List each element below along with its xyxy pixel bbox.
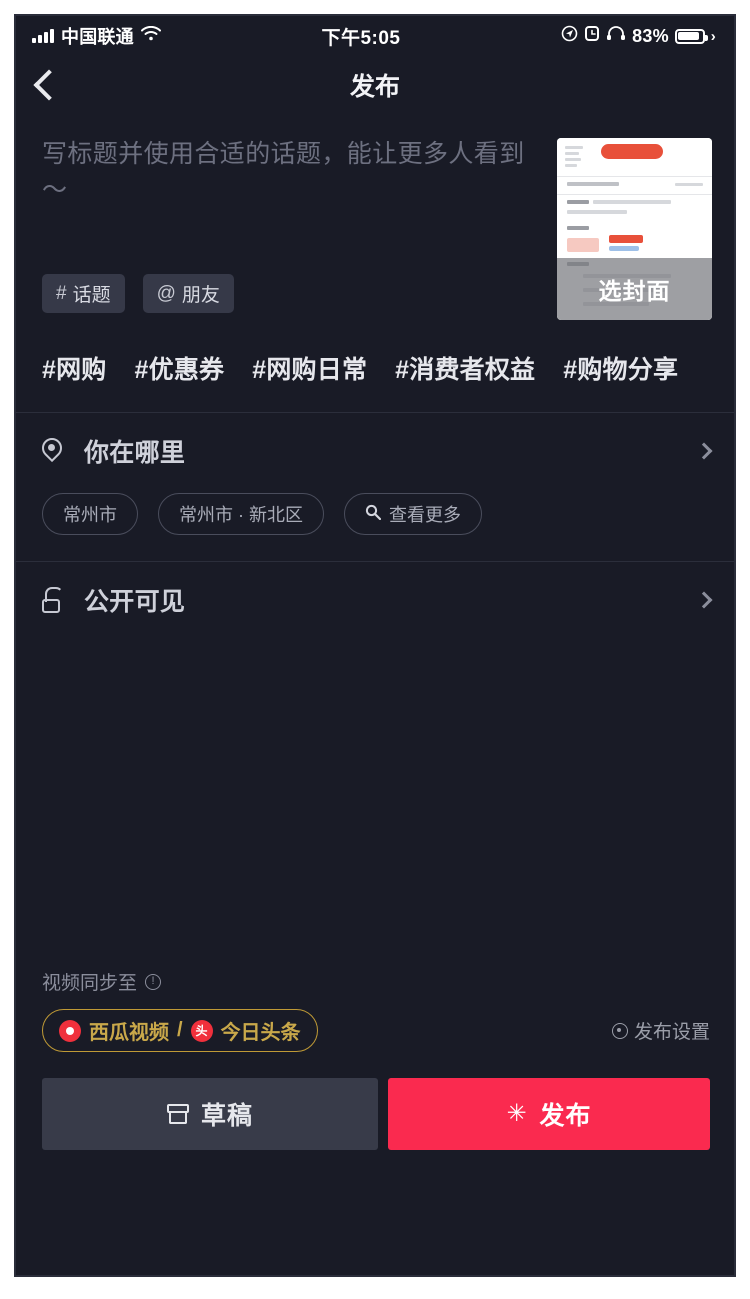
location-pill-row: 常州市 常州市 · 新北区 查看更多 xyxy=(16,489,734,561)
hashtag-item[interactable]: #购物分享 xyxy=(563,350,678,386)
archive-box-icon xyxy=(166,1104,189,1124)
composer-left: 写标题并使用合适的话题，能让更多人看到～ # 话题 @ 朋友 xyxy=(42,136,543,320)
publish-label: 发布 xyxy=(539,1102,592,1130)
publish-settings-label: 发布设置 xyxy=(633,1022,710,1043)
sync-label-text: 视频同步至 xyxy=(42,973,138,994)
toutiao-label: 今日头条 xyxy=(220,1022,301,1044)
search-icon xyxy=(365,504,382,525)
friend-chip-button[interactable]: @ 朋友 xyxy=(142,274,234,313)
hashtag-item[interactable]: #网购日常 xyxy=(252,350,367,386)
privacy-row-label: 公开可见 xyxy=(84,588,186,616)
empty-spacer xyxy=(16,638,734,968)
sync-separator: / xyxy=(177,1019,183,1041)
info-circle-icon[interactable]: ! xyxy=(145,973,162,990)
battery-caret-icon: › xyxy=(710,27,716,45)
carrier-label: 中国联通 xyxy=(61,27,134,47)
map-pin-icon xyxy=(42,438,76,464)
video-thumbnail[interactable]: 选封面 xyxy=(557,138,712,320)
sync-line: 西瓜视频 / 头 今日头条 发布设置 xyxy=(42,1009,710,1052)
hashtag-item[interactable]: #网购 xyxy=(42,350,107,386)
hashtag-item[interactable]: #消费者权益 xyxy=(395,350,535,386)
headphones-icon xyxy=(606,25,626,47)
location-pill-label: 常州市 xyxy=(63,505,117,525)
page-title: 发布 xyxy=(349,73,400,101)
location-row[interactable]: 你在哪里 xyxy=(16,413,734,489)
status-bar-right: 83% › xyxy=(561,25,716,48)
location-pill-label: 常州市 · 新北区 xyxy=(179,505,303,525)
xigua-video-icon xyxy=(59,1019,81,1042)
gear-icon xyxy=(611,1022,628,1039)
friend-chip-label: 朋友 xyxy=(181,285,220,306)
phone-screen: 中国联通 下午5:05 83% › 发布 写标题并使用合适的话题，能让更多人看到… xyxy=(14,14,736,1277)
chevron-right-icon xyxy=(695,442,713,460)
battery-percent-label: 83% xyxy=(632,25,669,46)
composer-chip-row: # 话题 @ 朋友 xyxy=(42,274,543,313)
hashtag-item[interactable]: #优惠券 xyxy=(135,350,225,386)
alarm-clock-icon xyxy=(584,25,600,48)
hash-icon: # xyxy=(56,282,67,304)
unlock-icon xyxy=(42,587,76,613)
signal-bars-icon xyxy=(32,29,54,43)
view-more-locations-pill[interactable]: 查看更多 xyxy=(344,493,482,535)
back-chevron-icon[interactable] xyxy=(33,69,65,101)
xigua-label: 西瓜视频 xyxy=(89,1022,169,1044)
view-more-label: 查看更多 xyxy=(389,505,461,525)
publish-button[interactable]: ✳ 发布 xyxy=(388,1078,710,1150)
location-pill[interactable]: 常州市 xyxy=(42,493,138,535)
status-bar-left: 中国联通 xyxy=(32,23,161,49)
sync-section-label: 视频同步至 ! xyxy=(42,968,710,995)
sparkle-icon: ✳ xyxy=(506,1100,528,1127)
topic-chip-button[interactable]: # 话题 xyxy=(42,274,125,313)
composer-section: 写标题并使用合适的话题，能让更多人看到～ # 话题 @ 朋友 选封面 xyxy=(16,114,734,320)
publish-settings-button[interactable]: 发布设置 xyxy=(611,1017,710,1044)
hashtag-suggestion-strip[interactable]: #网购 #优惠券 #网购日常 #消费者权益 #购物分享 xyxy=(16,320,734,412)
sync-section: 视频同步至 ! 西瓜视频 / 头 今日头条 发布设置 xyxy=(16,968,734,1052)
navigation-bar: 发布 xyxy=(16,56,734,114)
at-mention-icon: @ xyxy=(156,282,176,304)
save-draft-label: 草稿 xyxy=(200,1102,253,1130)
toutiao-icon: 头 xyxy=(190,1019,213,1042)
location-row-label: 你在哪里 xyxy=(84,439,186,467)
location-services-icon xyxy=(561,25,578,48)
location-pill[interactable]: 常州市 · 新北区 xyxy=(158,493,324,535)
status-bar-clock: 下午5:05 xyxy=(321,27,401,49)
chevron-right-icon xyxy=(695,591,713,609)
topic-chip-label: 话题 xyxy=(72,285,111,306)
status-bar: 中国联通 下午5:05 83% › xyxy=(16,16,734,56)
privacy-row[interactable]: 公开可见 xyxy=(16,562,734,638)
save-draft-button[interactable]: 草稿 xyxy=(42,1078,378,1150)
bottom-action-bar: 草稿 ✳ 发布 xyxy=(16,1052,734,1150)
battery-icon xyxy=(674,28,708,44)
sync-targets-pill[interactable]: 西瓜视频 / 头 今日头条 xyxy=(42,1009,318,1052)
select-cover-button[interactable]: 选封面 xyxy=(557,258,712,320)
caption-input[interactable]: 写标题并使用合适的话题，能让更多人看到～ xyxy=(42,136,543,236)
wifi-icon xyxy=(140,25,161,46)
